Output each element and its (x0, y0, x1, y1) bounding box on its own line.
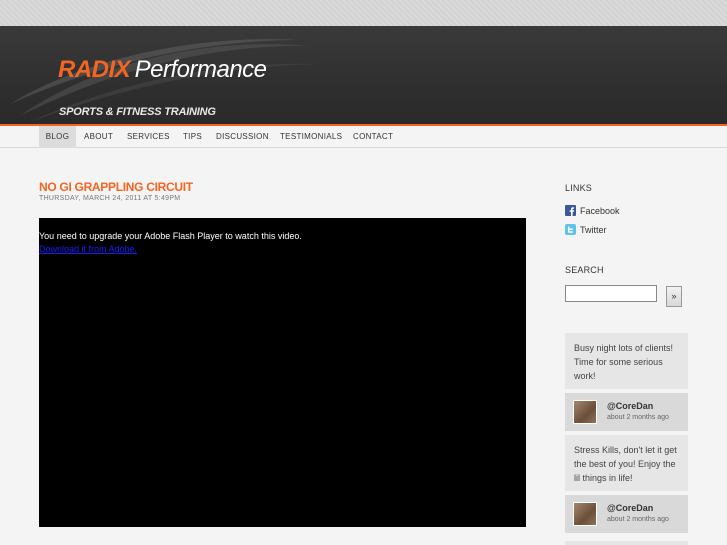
site-logo[interactable]: RADIX Performance (58, 56, 267, 84)
twitter-icon (565, 224, 576, 235)
logo-performance-text: Performance (134, 56, 267, 83)
search-heading: SEARCH (565, 265, 604, 275)
video-player[interactable]: You need to upgrade your Adobe Flash Pla… (39, 218, 526, 527)
twitter-link-label: Twitter (580, 225, 607, 235)
nav-item-contact[interactable]: CONTACT (353, 126, 393, 148)
site-header: RADIX Performance SPORTS & FITNESS TRAIN… (0, 26, 727, 124)
nav-item-testimonials[interactable]: TESTIMONIALS (280, 126, 342, 148)
tweet-time: about 2 months ago (607, 414, 669, 421)
nav-item-about[interactable]: ABOUT (84, 126, 113, 148)
facebook-link-label: Facebook (580, 206, 620, 216)
links-heading: LINKS (565, 183, 593, 193)
avatar[interactable] (573, 400, 597, 424)
tweet-list-continuation (565, 541, 688, 545)
nav-item-blog[interactable]: BLOG (39, 126, 76, 148)
nav-item-services[interactable]: SERVICES (127, 126, 170, 148)
tweet-user-link[interactable]: @CoreDan (607, 503, 653, 513)
tweet-text: Stress Kills, don't let it get the best … (565, 435, 688, 491)
search-submit-button[interactable]: » (666, 286, 682, 307)
avatar[interactable] (573, 502, 597, 526)
facebook-icon (565, 205, 576, 216)
tweet-text: Busy night lots of clients! Time for som… (565, 333, 688, 389)
search-input[interactable] (565, 285, 657, 302)
sidebar-link-facebook[interactable]: Facebook (565, 205, 620, 217)
main-nav: BLOG ABOUT SERVICES TIPS DISCUSSION TEST… (0, 126, 727, 148)
nav-item-discussion[interactable]: DISCUSSION (216, 126, 269, 148)
adobe-download-link[interactable]: Download it from Adobe. (39, 244, 137, 254)
tweet-time: about 2 months ago (607, 516, 669, 523)
tweet-meta: @CoreDan about 2 months ago (565, 393, 688, 431)
nav-item-tips[interactable]: TIPS (183, 126, 202, 148)
top-texture-strip (0, 0, 727, 26)
post-date: THURSDAY, MARCH 24, 2011 AT 5:49PM (39, 195, 181, 202)
flash-upgrade-message: You need to upgrade your Adobe Flash Pla… (39, 231, 302, 241)
sidebar-link-twitter[interactable]: Twitter (565, 224, 607, 236)
tweet-meta: @CoreDan about 2 months ago (565, 495, 688, 533)
site-tagline: SPORTS & FITNESS TRAINING (59, 106, 216, 118)
logo-radix-text: RADIX (58, 56, 131, 83)
tweet-user-link[interactable]: @CoreDan (607, 401, 653, 411)
post-title[interactable]: NO GI GRAPPLING CIRCUIT (39, 180, 193, 194)
